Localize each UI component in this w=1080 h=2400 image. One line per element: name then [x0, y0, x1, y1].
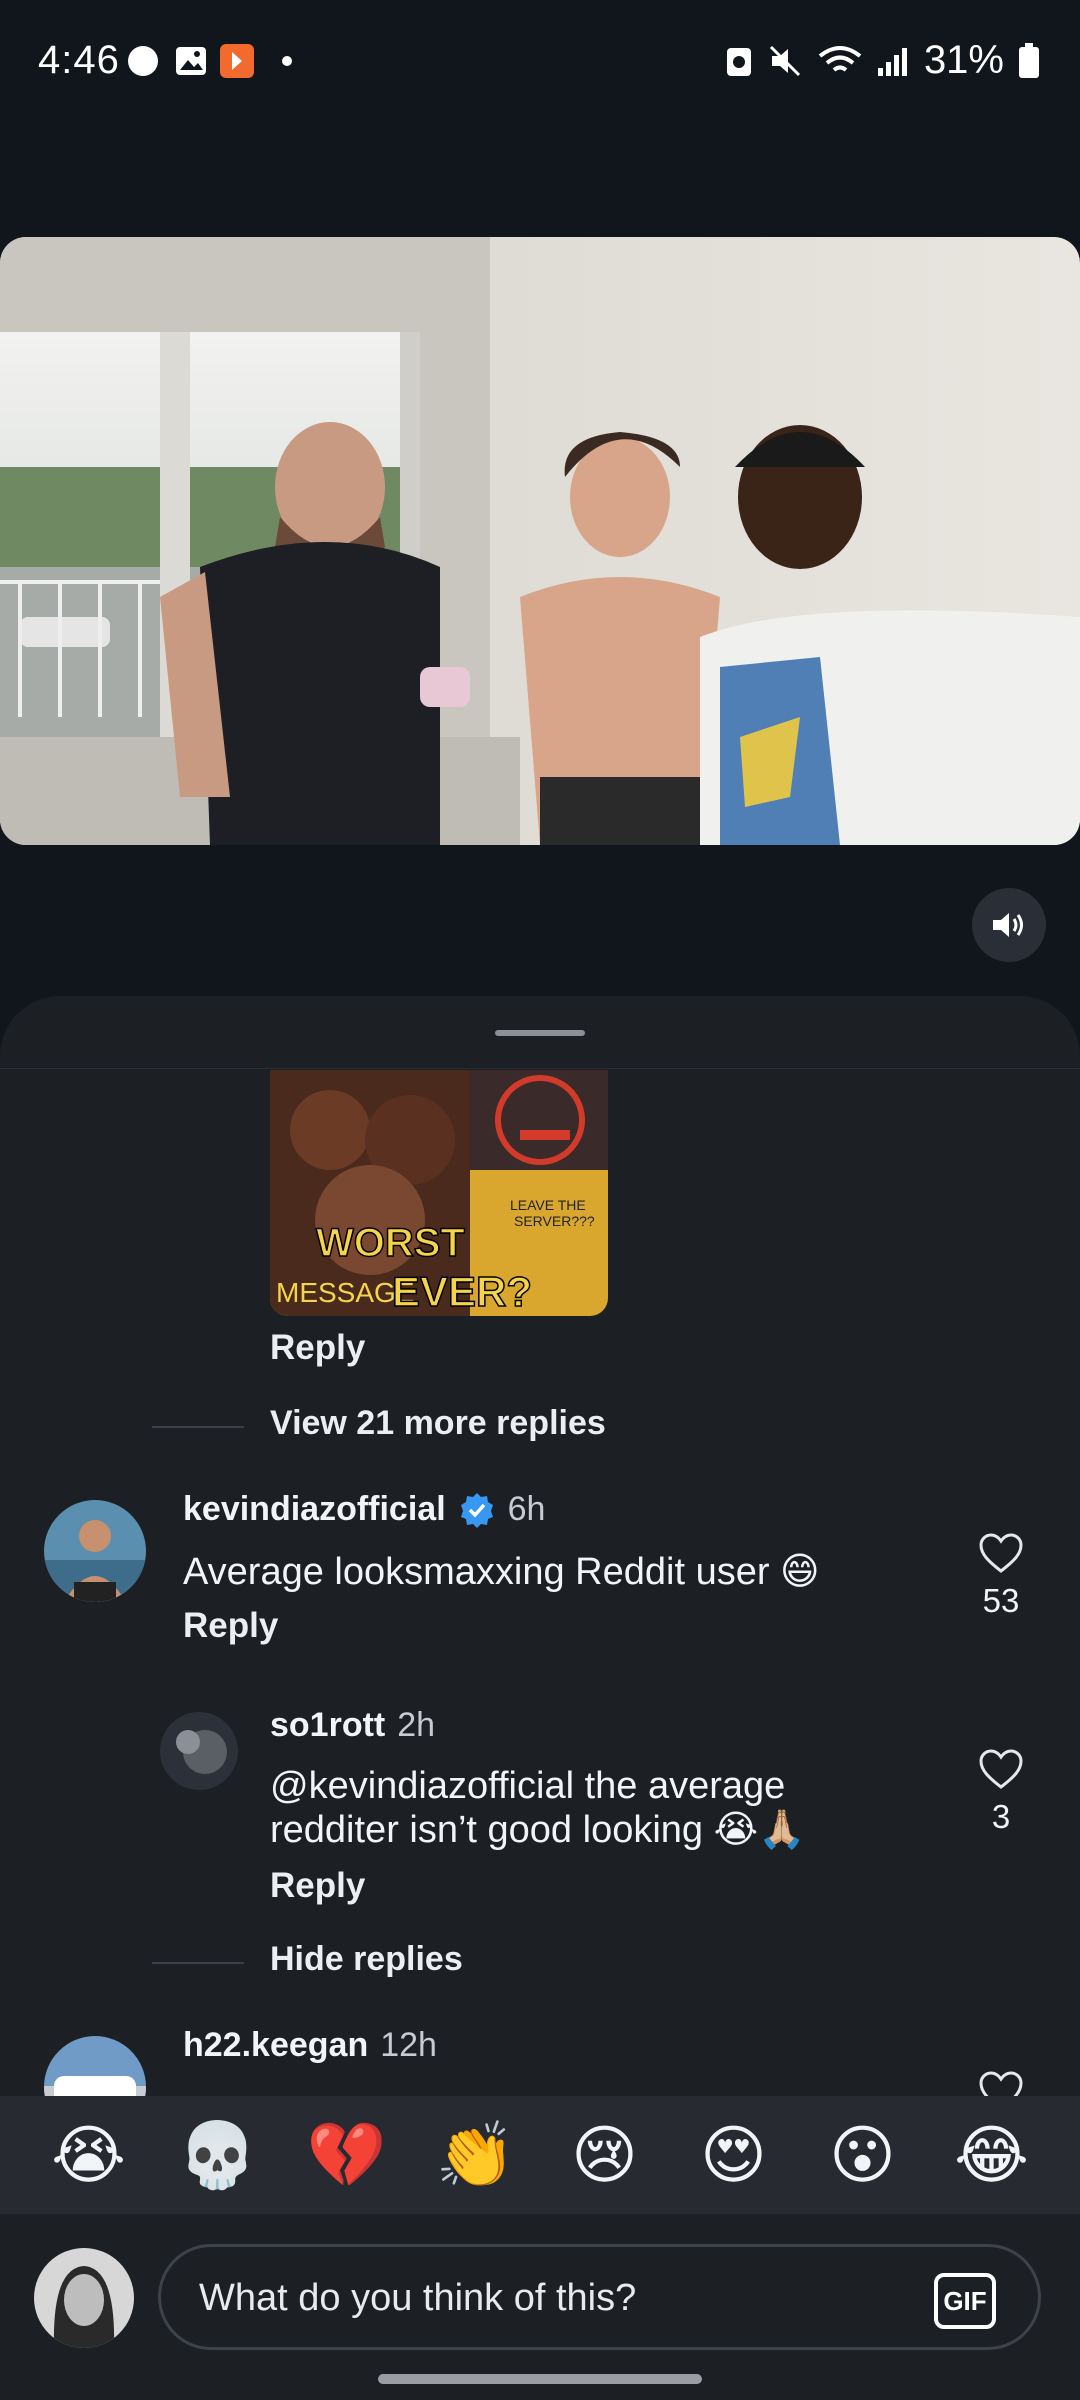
gif-button[interactable]: GIF: [934, 2273, 996, 2329]
like-button[interactable]: 53: [961, 1532, 1041, 1620]
like-count: 3: [991, 1798, 1011, 1835]
sheet-divider: [0, 1068, 1080, 1069]
video-frame: [0, 237, 1080, 845]
moon-icon: [128, 46, 158, 76]
emoji-loudly-crying[interactable]: 😭: [49, 2123, 129, 2187]
status-time: 4:46: [38, 38, 120, 82]
avatar[interactable]: [160, 1712, 238, 1790]
comment-username[interactable]: kevindiazofficial 6h: [183, 1490, 545, 1529]
gif-artwork: LEAVE THE SERVER??? WORST MESSAGE EVER?: [270, 1070, 608, 1316]
more-notifications-dot-icon: [282, 56, 292, 66]
signal-icon: [877, 47, 907, 76]
reply-gif-image[interactable]: LEAVE THE SERVER??? WORST MESSAGE EVER?: [270, 1070, 608, 1316]
comment-input[interactable]: What do you think of this? GIF: [158, 2244, 1041, 2350]
gif-caption-server: SERVER???: [514, 1213, 595, 1229]
view-more-replies-button[interactable]: View 21 more replies: [270, 1404, 606, 1443]
thread-line: [152, 1426, 244, 1428]
gif-caption-worst: WORST: [316, 1221, 465, 1265]
username-text[interactable]: so1rott: [270, 1706, 385, 1745]
app-notification-icon: [220, 44, 254, 78]
avatar-image: [34, 2248, 134, 2348]
video-player[interactable]: [0, 237, 1080, 845]
avatar[interactable]: [44, 1500, 146, 1602]
status-bar: 4:46 31%: [0, 0, 1080, 120]
comment-text: Average looksmaxxing Reddit user 😄: [183, 1551, 820, 1593]
comment-time: 2h: [397, 1706, 436, 1744]
reply-button[interactable]: Reply: [183, 1606, 278, 1646]
sheet-drag-handle[interactable]: [495, 1030, 585, 1036]
emoji-broken-heart[interactable]: 💔: [307, 2123, 387, 2187]
gif-caption-ever: EVER?: [392, 1268, 532, 1315]
speaker-icon: [993, 913, 1023, 937]
gallery-icon: [176, 47, 206, 75]
emoji-quick-bar: 😭 💀 💔 👏 😢 😍 😮 😂: [0, 2096, 1080, 2214]
emoji-surprised[interactable]: 😮: [823, 2123, 903, 2187]
avatar-image: [44, 1500, 146, 1602]
emoji-crying[interactable]: 😢: [565, 2123, 645, 2187]
username-text[interactable]: h22.keegan: [183, 2026, 368, 2065]
emoji-clapping[interactable]: 👏: [436, 2123, 516, 2187]
status-right: 31%: [724, 38, 1040, 83]
emoji-skull[interactable]: 💀: [178, 2123, 258, 2187]
username-text[interactable]: kevindiazofficial: [183, 1490, 446, 1529]
battery-icon: [1019, 42, 1039, 78]
mute-icon: [769, 45, 800, 76]
comment-composer: What do you think of this? GIF: [0, 2214, 1080, 2400]
wifi-icon: [818, 45, 862, 72]
battery-percent: 31%: [923, 38, 1004, 82]
heart-icon[interactable]: [978, 1532, 1024, 1574]
like-count: 53: [982, 1582, 1020, 1619]
comment-text: @kevindiazofficial the average redditer …: [270, 1764, 805, 1852]
avatar-image: [160, 1712, 238, 1790]
hide-replies-button[interactable]: Hide replies: [270, 1940, 463, 1979]
gif-caption-leave: LEAVE THE: [510, 1197, 586, 1213]
reply-button[interactable]: Reply: [270, 1328, 365, 1368]
like-button[interactable]: 3: [961, 1748, 1041, 1836]
comment-text-line: redditer isn’t good looking 😭🙏🏼: [270, 1809, 806, 1851]
volume-toggle-button[interactable]: [972, 888, 1046, 962]
comment-time: 12h: [380, 2026, 437, 2064]
reply-button[interactable]: Reply: [270, 1866, 365, 1906]
own-avatar[interactable]: [34, 2248, 134, 2348]
comment-username[interactable]: so1rott 2h: [270, 1706, 435, 1745]
comment-text-line: @kevindiazofficial the average: [270, 1765, 786, 1807]
comment-input-placeholder[interactable]: What do you think of this?: [199, 2277, 636, 2320]
verified-badge-icon: [460, 1492, 493, 1528]
heart-icon[interactable]: [978, 1748, 1024, 1790]
home-indicator[interactable]: [378, 2374, 702, 2384]
comment-username[interactable]: h22.keegan 12h: [183, 2026, 437, 2065]
emoji-laughing[interactable]: 😂: [952, 2123, 1032, 2187]
comment-time: 6h: [507, 1490, 546, 1528]
emoji-heart-eyes[interactable]: 😍: [694, 2123, 774, 2187]
battery-saver-icon: [726, 47, 751, 76]
thread-line: [152, 1962, 244, 1964]
